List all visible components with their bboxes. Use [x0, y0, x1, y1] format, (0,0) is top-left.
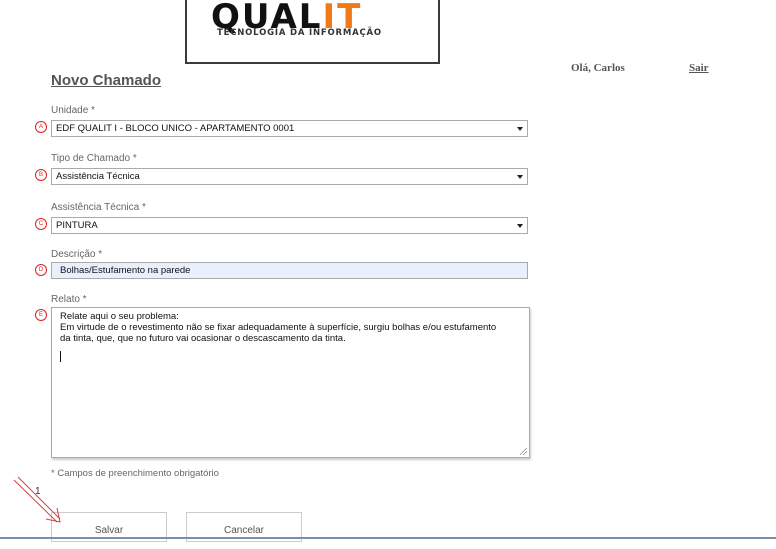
assistencia-tecnica-label: Assistência Técnica * [51, 202, 146, 213]
chevron-down-icon [517, 127, 523, 131]
field-marker-b: B [35, 169, 47, 181]
tipo-chamado-selected-value: Assistência Técnica [56, 171, 140, 182]
field-marker-e: E [35, 309, 47, 321]
field-marker-d: D [35, 264, 47, 276]
logo-subtitle: TECNOLOGIA DA INFORMAÇÃO [217, 28, 382, 38]
resize-grip-icon[interactable] [520, 448, 527, 455]
chevron-down-icon [517, 175, 523, 179]
unidade-label: Unidade * [51, 105, 95, 116]
tipo-chamado-select[interactable]: Assistência Técnica [51, 168, 528, 185]
required-fields-note: * Campos de preenchimento obrigatório [51, 468, 219, 479]
logout-link[interactable]: Sair [689, 62, 709, 74]
descricao-input[interactable]: Bolhas/Estufamento na parede [51, 262, 528, 279]
text-cursor [60, 351, 61, 362]
field-marker-c: C [35, 218, 47, 230]
user-greeting: Olá, Carlos [571, 62, 625, 74]
chevron-down-icon [517, 224, 523, 228]
unidade-select[interactable]: EDF QUALIT I - BLOCO UNICO - APARTAMENTO… [51, 120, 528, 137]
page-title: Novo Chamado [51, 72, 162, 89]
relato-label: Relato * [51, 294, 87, 305]
relato-line-3: da tinta, que, que no futuro vai ocasion… [60, 333, 346, 344]
field-marker-a: A [35, 121, 47, 133]
relato-line-2: Em virtude de o revestimento não se fixa… [60, 322, 497, 333]
descricao-label: Descrição * [51, 249, 103, 260]
annotation-arrow-icon [13, 476, 61, 523]
assistencia-tecnica-selected-value: PINTURA [56, 220, 98, 231]
company-logo: QUALIT TECNOLOGIA DA INFORMAÇÃO [185, 0, 440, 64]
assistencia-tecnica-select[interactable]: PINTURA [51, 217, 528, 234]
annotation-step-number: 1 [35, 486, 41, 497]
tipo-chamado-label: Tipo de Chamado * [51, 153, 137, 164]
relato-line-1: Relate aqui o seu problema: [60, 311, 179, 322]
relato-textarea[interactable]: Relate aqui o seu problema: Em virtude d… [51, 307, 530, 458]
unidade-selected-value: EDF QUALIT I - BLOCO UNICO - APARTAMENTO… [56, 123, 295, 134]
